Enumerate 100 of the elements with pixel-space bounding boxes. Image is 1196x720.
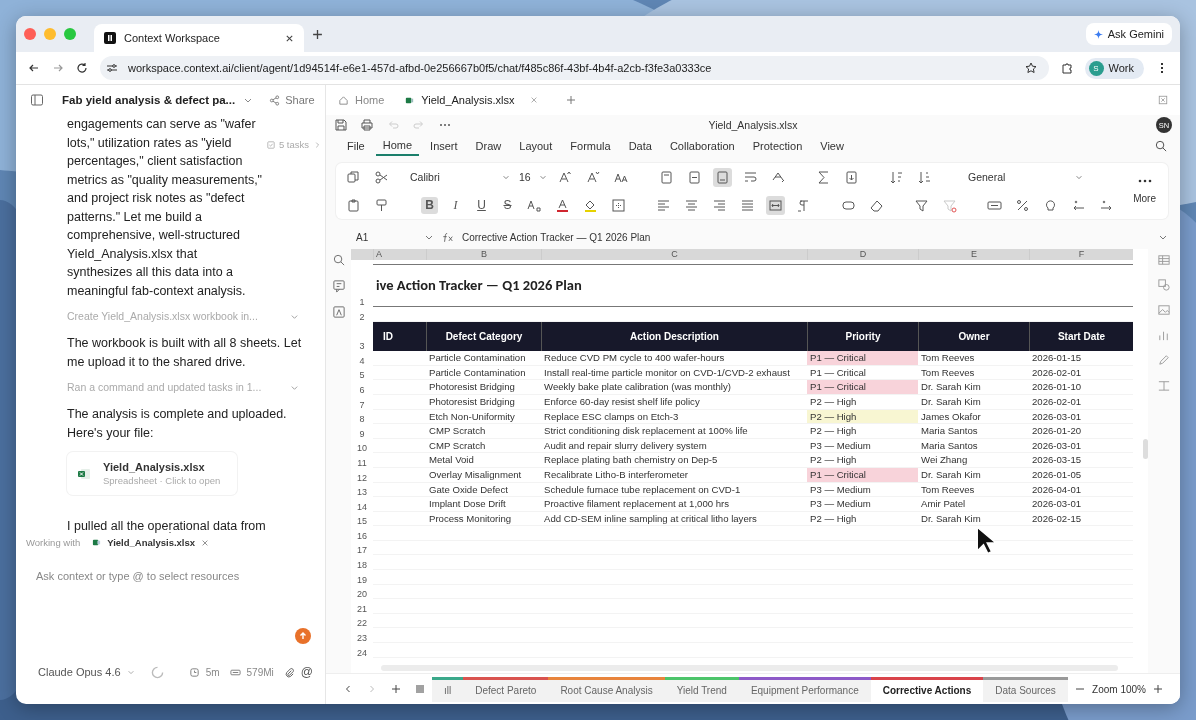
browser-tab[interactable]: Context Workspace (94, 24, 304, 52)
column-header[interactable]: D (807, 249, 918, 260)
format-button[interactable]: S (499, 196, 516, 214)
chevron-down-icon (1075, 173, 1083, 181)
table-cell: Particle Contamination (426, 351, 541, 366)
sidebar-toggle-icon[interactable] (30, 93, 44, 107)
back-icon[interactable] (28, 62, 40, 74)
table-cell: CMP Scratch (426, 424, 541, 439)
add-sheet-icon[interactable] (391, 684, 401, 694)
sheet-tab[interactable]: Root Cause Analysis (548, 676, 665, 702)
table-cell: Maria Santos (918, 438, 1029, 454)
sheet-list-icon[interactable] (415, 684, 425, 694)
cell-reference[interactable]: A1 (356, 231, 416, 243)
table-cell: Enforce 60-day resist shelf life policy (541, 394, 807, 410)
comment-icon[interactable] (331, 279, 346, 293)
document-tab[interactable]: Yield_Analysis.xlsx (404, 94, 551, 106)
paperclip-icon[interactable] (283, 666, 295, 678)
function-icon (442, 231, 454, 243)
bookmark-star-icon[interactable] (1024, 62, 1037, 74)
search-icon[interactable] (1154, 139, 1168, 153)
working-with-label: Working with (26, 537, 81, 548)
print-icon[interactable] (360, 118, 374, 132)
reload-icon[interactable] (76, 62, 88, 74)
font-dropdown[interactable]: Calibri (410, 171, 510, 183)
column-header[interactable]: B (426, 249, 541, 260)
menu-tab[interactable]: View (813, 137, 851, 155)
more-button[interactable]: More (1129, 178, 1160, 204)
format-button[interactable]: I (447, 196, 464, 214)
table-cell: P3 — Medium (807, 482, 918, 498)
menu-tab[interactable]: File (340, 137, 372, 155)
timer-icon (188, 666, 200, 678)
file-name: Yield_Analysis.xlsx (103, 461, 206, 473)
zoom-level[interactable]: Zoom 100% (1092, 683, 1146, 695)
menu-tab[interactable]: Data (621, 137, 659, 155)
column-header[interactable]: E (918, 249, 1029, 260)
menu-tab[interactable]: Protection (745, 137, 810, 155)
column-header[interactable]: A (373, 249, 426, 260)
format-button[interactable]: B (421, 196, 438, 214)
table-cell: Overlay Misalignment (426, 467, 541, 483)
column-header[interactable]: F (1029, 249, 1133, 260)
shapes-icon[interactable] (1157, 278, 1171, 292)
maximize-window-button[interactable] (64, 28, 76, 40)
align-bottom-icon[interactable] (713, 167, 732, 187)
extensions-icon[interactable] (1060, 62, 1073, 74)
menu-tab[interactable]: Formula (563, 137, 618, 155)
ask-gemini-button[interactable]: Ask Gemini (1085, 23, 1172, 45)
message-text: The analysis is complete and uploaded. Here's your file: (67, 406, 288, 442)
sheet-tab[interactable]: Equipment Performance (738, 676, 871, 702)
text-box-icon[interactable] (1157, 378, 1171, 392)
file-card[interactable]: Yield_Analysis.xlsx Spreadsheet · Click to open (67, 452, 237, 495)
table-cell: P2 — High (807, 394, 918, 410)
remove-icon[interactable] (201, 538, 210, 547)
profile-button[interactable]: S Work (1084, 57, 1144, 79)
more-icon (1137, 178, 1152, 183)
model-selector[interactable]: Claude Opus 4.6 (38, 666, 135, 678)
close-window-button[interactable] (24, 28, 36, 40)
pen-icon[interactable] (1157, 353, 1171, 367)
formula-text[interactable]: Corrective Action Tracker — Q1 2026 Plan (462, 231, 651, 243)
sheet-tab[interactable]: ıll (432, 676, 464, 702)
menu-tab[interactable]: Collaboration (662, 137, 742, 155)
table-cell: Wei Zhang (918, 453, 1029, 468)
table-cell: P3 — Medium (807, 438, 918, 454)
table-icon[interactable] (1157, 253, 1171, 267)
message-text: I pulled all the operational data from (67, 518, 267, 533)
text-style-icon[interactable] (331, 305, 346, 319)
menu-tab[interactable]: Layout (512, 137, 560, 155)
sheet-tab[interactable]: Defect Pareto (463, 676, 549, 702)
document-tab[interactable]: Home (338, 94, 397, 106)
table-cell: Particle Contamination (426, 365, 541, 381)
menu-tab[interactable]: Draw (468, 137, 509, 155)
column-header[interactable]: C (541, 249, 807, 260)
sheet-tab[interactable]: Yield Trend (664, 676, 739, 702)
number-format-dropdown[interactable]: General (968, 171, 1083, 183)
sheet-tab[interactable]: Data Sources (983, 676, 1068, 702)
table-cell: Install real-time particle monitor on CVD-1/CVD-2 exhaust (541, 365, 807, 381)
search-icon[interactable] (331, 253, 346, 267)
send-button[interactable] (295, 628, 311, 644)
save-icon[interactable] (334, 118, 348, 132)
font-size-dropdown[interactable]: 16 (519, 171, 547, 183)
forward-icon[interactable] (52, 62, 64, 74)
vertical-scrollbar[interactable] (1143, 439, 1148, 459)
collapse-panel-icon[interactable] (1158, 95, 1168, 105)
format-button[interactable]: U (473, 196, 490, 214)
merge-cells-icon[interactable] (766, 195, 785, 215)
message-input[interactable]: Ask context or type @ to select resources (36, 570, 296, 582)
address-bar[interactable]: workspace.context.ai/client/agent/1d94514f-e6e1-457d-afbd-0e256667b0f5/chat/f485c86f-43bf-4b4f-a2cb-f3fe3a0333ce (100, 56, 1049, 80)
memory-usage: 579Mi (246, 666, 274, 678)
mention-button[interactable]: @ (300, 665, 313, 679)
new-tab-icon[interactable] (312, 28, 323, 40)
image-icon[interactable] (1157, 303, 1171, 317)
table-cell: Recalibrate Litho-B interferometer (541, 467, 807, 483)
chat-title[interactable]: Fab yield analysis & defect pa... (62, 94, 236, 106)
zoom-in-icon[interactable] (1153, 684, 1163, 694)
share-button[interactable]: Share (269, 94, 315, 106)
chevron-left-icon[interactable] (343, 684, 353, 694)
close-icon[interactable] (285, 33, 294, 43)
table-cell: Schedule furnace tube replacement on CVD-1 (541, 482, 807, 498)
menu-tab[interactable]: Home (375, 136, 420, 156)
site-settings-icon[interactable] (106, 62, 118, 74)
menu-tab[interactable]: Insert (423, 137, 465, 155)
